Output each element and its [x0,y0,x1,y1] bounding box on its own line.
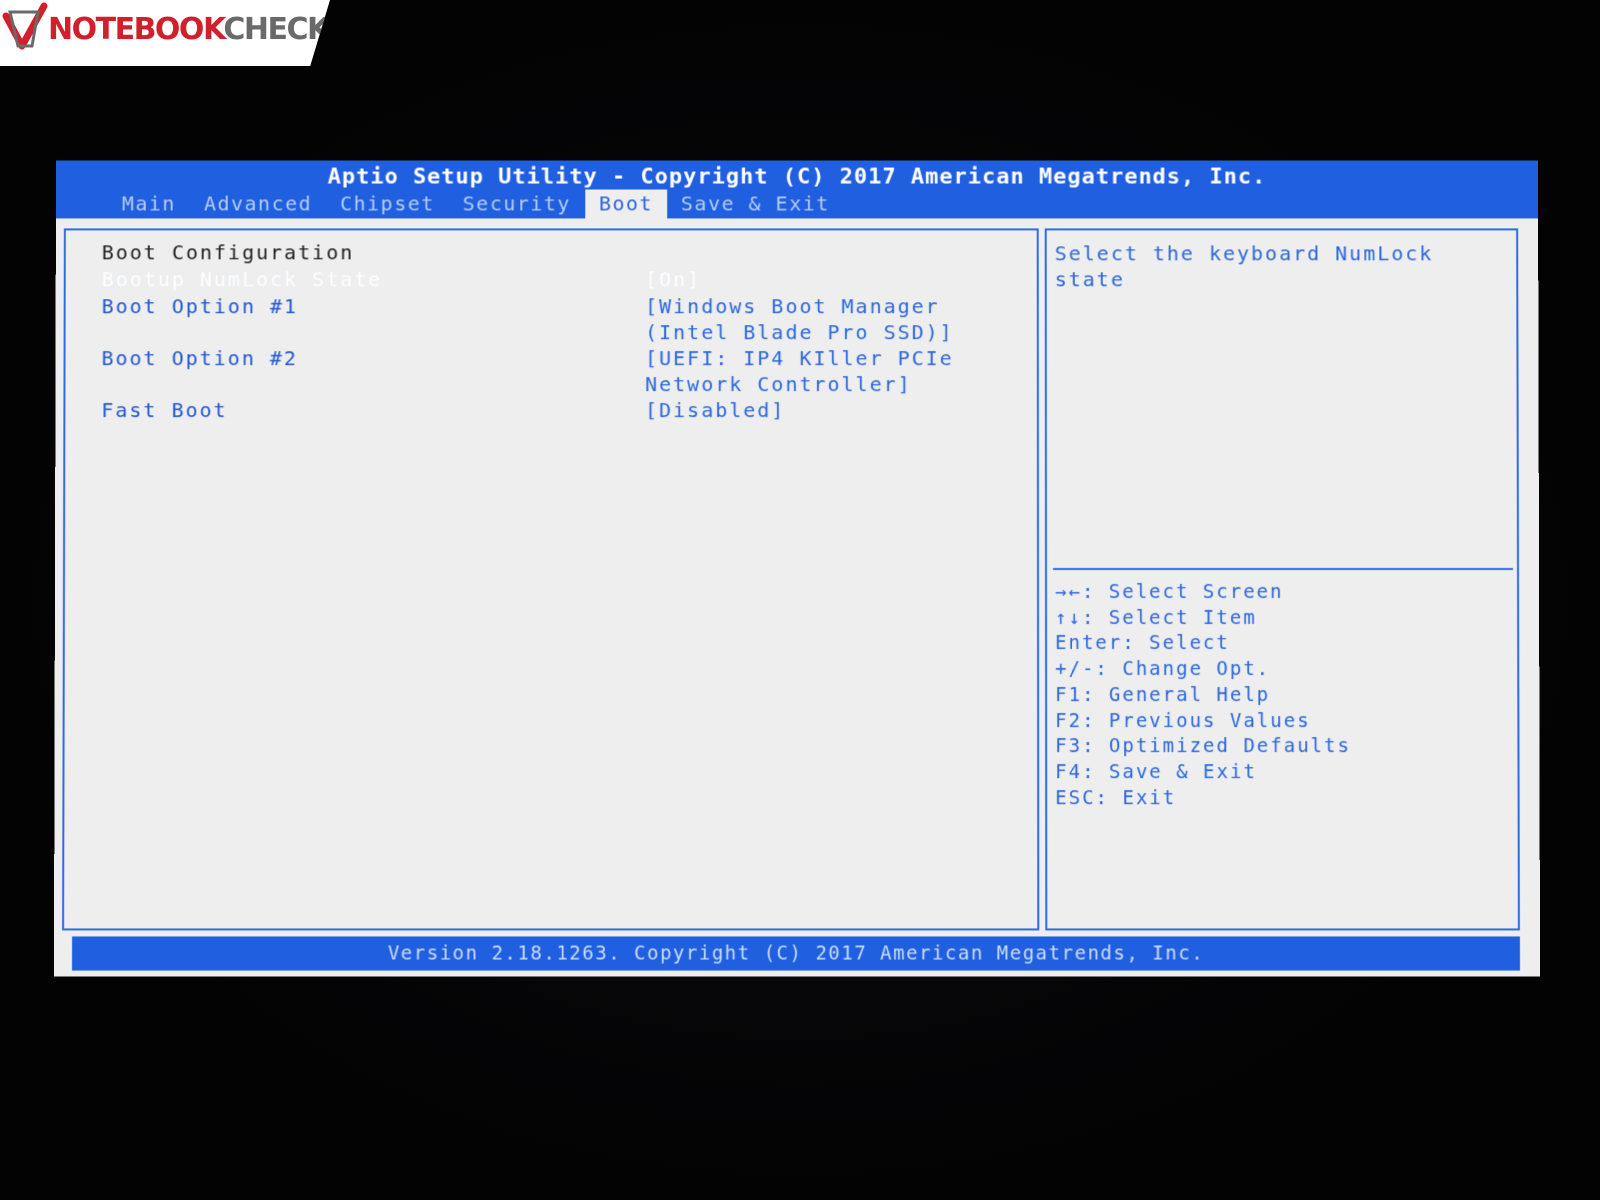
setting-value-boot-option-1-line2[interactable]: (Intel Blade Pro SSD)] [645,320,954,344]
key-legend: →←: Select Screen ↑↓: Select Item Enter:… [1055,580,1351,812]
setting-label-bootup-numlock[interactable]: Bootup NumLock State [102,267,383,291]
key-general-help: F1: General Help [1055,683,1271,706]
watermark-brand: NOTEBOOK [48,12,225,47]
setting-label-boot-option-2[interactable]: Boot Option #2 [101,346,297,370]
key-select-screen: →←: Select Screen [1055,581,1284,604]
tab-chipset[interactable]: Chipset [326,190,449,219]
setting-label-fast-boot[interactable]: Fast Boot [101,398,227,422]
tab-main[interactable]: Main [108,190,190,219]
checkmark-logo-icon [2,2,48,50]
setting-label-boot-option-1[interactable]: Boot Option #1 [102,294,298,318]
help-divider [1053,568,1514,570]
tab-boot[interactable]: Boot [584,189,667,219]
bios-title: Aptio Setup Utility - Copyright (C) 2017… [327,164,1267,190]
bios-footer: Version 2.18.1263. Copyright (C) 2017 Am… [71,936,1521,971]
bios-tab-bar: Main Advanced Chipset Security Boot Save… [108,189,844,219]
tab-advanced[interactable]: Advanced [190,190,326,219]
setting-value-fast-boot[interactable]: [Disabled] [645,398,785,422]
key-optimized-defaults: F3: Optimized Defaults [1055,735,1352,758]
watermark-brand-suffix: CHECK [223,12,330,47]
key-change-opt: +/-: Change Opt. [1055,658,1271,681]
help-panel: Select the keyboard NumLock state →←: Se… [1044,228,1520,931]
setting-value-boot-option-2-line2[interactable]: Network Controller] [645,372,912,396]
setting-value-boot-option-2-line1[interactable]: [UEFI: IP4 KIller PCIe [645,346,954,370]
section-heading: Boot Configuration [101,240,355,265]
notebookcheck-watermark: NOTEBOOKCHECK [0,0,330,66]
settings-panel: Boot Configuration Bootup NumLock State … [62,228,1040,931]
key-select-item: ↑↓: Select Item [1055,606,1257,629]
tab-security[interactable]: Security [449,190,585,219]
key-previous-values: F2: Previous Values [1055,709,1311,732]
photo-stage: NOTEBOOKCHECK Aptio Setup Utility - Copy… [0,0,1600,1200]
bios-screen: Aptio Setup Utility - Copyright (C) 2017… [53,160,1541,977]
key-enter-select: Enter: Select [1055,632,1230,655]
bios-header: Aptio Setup Utility - Copyright (C) 2017… [55,160,1539,219]
setting-value-boot-option-1-line1[interactable]: [Windows Boot Manager [645,294,940,318]
help-text: Select the keyboard NumLock state [1054,241,1434,292]
key-save-exit: F4: Save & Exit [1055,761,1257,784]
tab-save-exit[interactable]: Save & Exit [667,190,844,219]
key-esc-exit: ESC: Exit [1055,786,1177,809]
watermark-text: NOTEBOOKCHECK [48,12,330,47]
setting-value-bootup-numlock[interactable]: [On] [645,267,701,291]
